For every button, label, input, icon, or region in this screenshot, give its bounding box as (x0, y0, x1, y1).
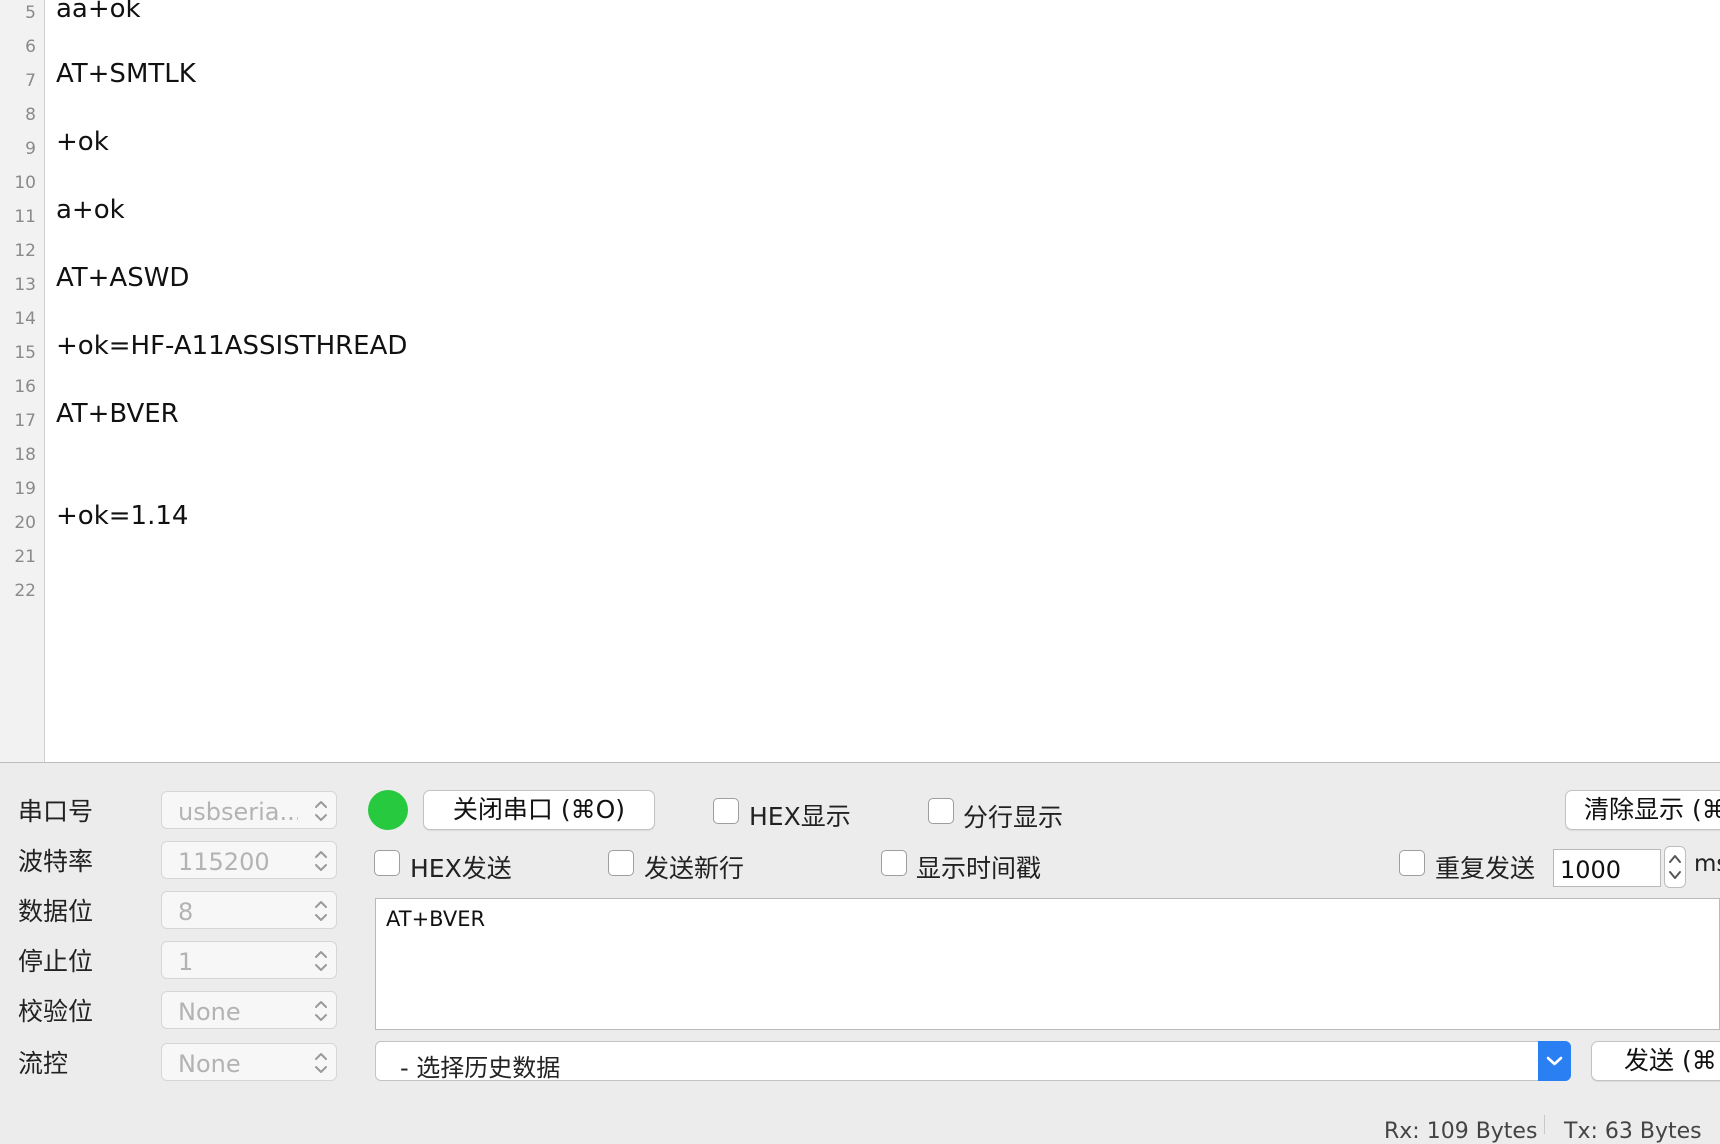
send-newline-checkbox[interactable] (608, 850, 634, 876)
baud-rate-label: 波特率 (18, 847, 94, 876)
baud-rate-value: 115200 (178, 848, 270, 876)
line-number: 6 (25, 37, 36, 57)
line-number: 16 (14, 377, 36, 397)
close-port-button[interactable]: 关闭串口 (⌘O) (423, 790, 655, 830)
log-line: AT+ASWD (56, 263, 190, 293)
repeat-send-label: 重复发送 (1435, 854, 1536, 883)
interval-stepper[interactable] (1664, 846, 1686, 888)
show-timestamp-checkbox[interactable] (881, 850, 907, 876)
line-number: 21 (14, 547, 36, 567)
stop-bits-value: 1 (178, 948, 194, 976)
stepper-arrows-icon (312, 1048, 330, 1078)
data-bits-value: 8 (178, 898, 194, 926)
log-line: a+ok (56, 195, 125, 225)
line-number: 14 (14, 309, 36, 329)
repeat-interval-input[interactable]: 1000 (1553, 849, 1661, 887)
log-line: aa+ok (56, 0, 141, 24)
stepper-arrows-icon (312, 796, 330, 826)
log-line: +ok=1.14 (56, 501, 189, 531)
parity-select[interactable]: None (161, 991, 337, 1029)
send-text-value: AT+BVER (386, 907, 486, 931)
log-line: +ok (56, 127, 109, 157)
stepper-arrows-icon (312, 846, 330, 876)
hex-display-checkbox[interactable] (713, 798, 739, 824)
repeat-interval-value: 1000 (1560, 856, 1622, 884)
port-select[interactable]: usbseria... (161, 791, 337, 829)
stop-bits-label: 停止位 (18, 947, 94, 976)
data-bits-label: 数据位 (18, 897, 94, 926)
stepper-arrows-icon (312, 896, 330, 926)
flow-control-value: None (178, 1050, 241, 1078)
send-button[interactable]: 发送 (⌘ (1591, 1041, 1720, 1081)
send-text-area[interactable]: AT+BVER (375, 898, 1720, 1030)
data-bits-select[interactable]: 8 (161, 891, 337, 929)
split-display-checkbox[interactable] (928, 798, 954, 824)
line-number: 15 (14, 343, 36, 363)
line-number: 17 (14, 411, 36, 431)
log-line: AT+SMTLK (56, 59, 196, 89)
line-number: 11 (14, 207, 36, 227)
hex-send-checkbox[interactable] (374, 850, 400, 876)
flow-control-select[interactable]: None (161, 1043, 337, 1081)
baud-rate-select[interactable]: 115200 (161, 841, 337, 879)
history-dropdown[interactable]: - 选择历史数据 (375, 1041, 1571, 1082)
hex-send-label: HEX发送 (410, 854, 512, 883)
line-number: 18 (14, 445, 36, 465)
receive-log[interactable]: 5 6 7 8 9 10 11 12 13 14 15 16 17 18 19 20 21 22 aa+ok AT+… (0, 0, 1720, 763)
line-number: 7 (25, 71, 36, 91)
status-divider (1544, 1115, 1545, 1134)
line-number: 10 (14, 173, 36, 193)
hex-display-label: HEX显示 (749, 802, 851, 831)
repeat-send-checkbox[interactable] (1399, 850, 1425, 876)
interval-unit-label: ms (1694, 851, 1720, 877)
flow-control-label: 流控 (18, 1049, 69, 1078)
stepper-arrows-icon (312, 996, 330, 1026)
line-number: 12 (14, 241, 36, 261)
port-status-indicator (368, 790, 408, 830)
stop-bits-select[interactable]: 1 (161, 941, 337, 979)
clear-display-button[interactable]: 清除显示 (⌘ (1565, 790, 1720, 830)
log-line: +ok=HF-A11ASSISTHREAD (56, 331, 408, 361)
line-number: 5 (25, 3, 36, 23)
history-dropdown-label: - 选择历史数据 (400, 1054, 561, 1082)
rx-count: Rx: 109 Bytes (1384, 1119, 1538, 1144)
line-number: 8 (25, 105, 36, 125)
split-display-label: 分行显示 (963, 803, 1064, 832)
tx-count: Tx: 63 Bytes (1564, 1119, 1702, 1144)
line-number: 20 (14, 513, 36, 533)
control-panel: 串口号 usbseria... 波特率 115200 数据位 8 停止位 1 校验位 None 流控… (0, 763, 1720, 1144)
log-line: AT+BVER (56, 399, 179, 429)
stepper-arrows-icon (1669, 855, 1681, 879)
stepper-arrows-icon (312, 946, 330, 976)
parity-label: 校验位 (18, 997, 94, 1026)
parity-value: None (178, 998, 241, 1026)
line-number: 9 (25, 139, 36, 159)
send-newline-label: 发送新行 (644, 854, 745, 883)
line-number: 22 (14, 581, 36, 601)
line-number: 13 (14, 275, 36, 295)
chevron-down-icon[interactable] (1538, 1041, 1571, 1081)
line-number: 19 (14, 479, 36, 499)
port-label: 串口号 (18, 797, 94, 826)
show-timestamp-label: 显示时间戳 (916, 854, 1042, 883)
port-value: usbseria... (178, 798, 298, 826)
line-number-gutter: 5 6 7 8 9 10 11 12 13 14 15 16 17 18 19 20 21 22 (0, 0, 45, 762)
